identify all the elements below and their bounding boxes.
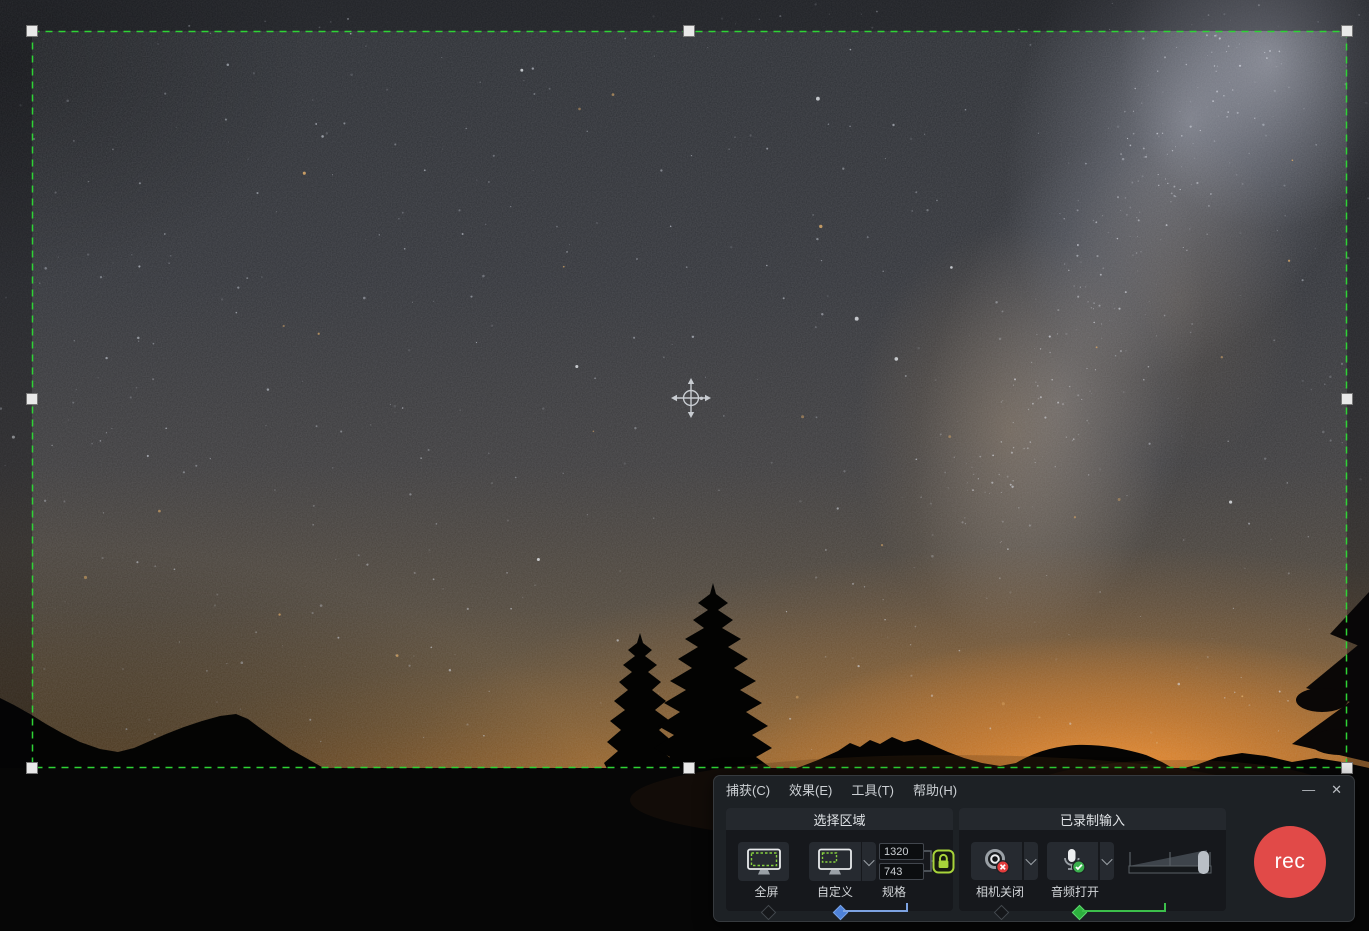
chevron-down-icon — [1025, 854, 1036, 865]
audio-level-meter[interactable] — [1127, 844, 1213, 878]
menu-effects[interactable]: 效果(E) — [789, 780, 832, 799]
camera-indicator-diamond[interactable] — [993, 904, 1009, 920]
fullscreen-monitor-icon — [746, 848, 782, 876]
capture-height-input[interactable] — [879, 863, 924, 880]
custom-indicator-line — [843, 910, 908, 912]
chevron-down-icon — [1101, 854, 1112, 865]
audio-level-meter-icon — [1127, 844, 1213, 878]
window-controls: — ✕ — [1302, 782, 1342, 798]
audio-indicator-diamond[interactable] — [1071, 904, 1087, 920]
microphone-icon — [1059, 847, 1086, 875]
lock-icon — [932, 849, 955, 874]
spec-label: 规格 — [866, 883, 922, 899]
custom-region-monitor-icon — [817, 848, 853, 876]
menu-bar: 捕获(C) 效果(E) 工具(T) 帮助(H) — ✕ — [714, 776, 1354, 803]
capture-width-input[interactable] — [879, 843, 924, 860]
custom-indicator-diamond[interactable] — [832, 904, 848, 920]
select-area-section: 选择区域 — [726, 808, 953, 911]
chevron-down-icon — [863, 854, 874, 865]
custom-region-button[interactable] — [809, 842, 861, 881]
recorded-inputs-section: 已录制输入 — [959, 808, 1226, 911]
fullscreen-indicator-diamond[interactable] — [760, 904, 776, 920]
camera-status-label: 相机关闭 — [963, 883, 1037, 899]
custom-region-dropdown[interactable] — [862, 842, 876, 881]
menu-tools[interactable]: 工具(T) — [851, 780, 894, 799]
custom-indicator-tick — [906, 903, 908, 911]
volume-slider-handle[interactable] — [1198, 851, 1209, 874]
recorder-panel: 捕获(C) 效果(E) 工具(T) 帮助(H) — ✕ 选择区域 — [713, 775, 1355, 922]
camera-off-badge-icon — [997, 861, 1009, 873]
camera-dropdown[interactable] — [1024, 842, 1038, 880]
audio-on-badge-icon — [1073, 861, 1085, 873]
fullscreen-label: 全屏 — [739, 883, 794, 899]
audio-status-label: 音频打开 — [1038, 883, 1112, 899]
audio-indicator-tick — [1164, 903, 1166, 911]
custom-label: 自定义 — [807, 883, 863, 899]
record-button[interactable]: rec — [1254, 826, 1326, 898]
camera-toggle-button[interactable] — [971, 842, 1022, 880]
audio-indicator-line — [1082, 910, 1166, 912]
menu-help[interactable]: 帮助(H) — [913, 780, 957, 799]
minimize-button[interactable]: — — [1302, 782, 1315, 797]
audio-dropdown[interactable] — [1100, 842, 1114, 880]
menu-capture[interactable]: 捕获(C) — [726, 780, 770, 799]
audio-toggle-button[interactable] — [1047, 842, 1098, 880]
fullscreen-button[interactable] — [738, 842, 789, 881]
select-area-title: 选择区域 — [726, 808, 953, 830]
close-button[interactable]: ✕ — [1331, 782, 1342, 798]
recorded-inputs-title: 已录制输入 — [959, 808, 1226, 830]
webcam-icon — [983, 848, 1010, 874]
aspect-lock-button[interactable] — [932, 849, 955, 874]
